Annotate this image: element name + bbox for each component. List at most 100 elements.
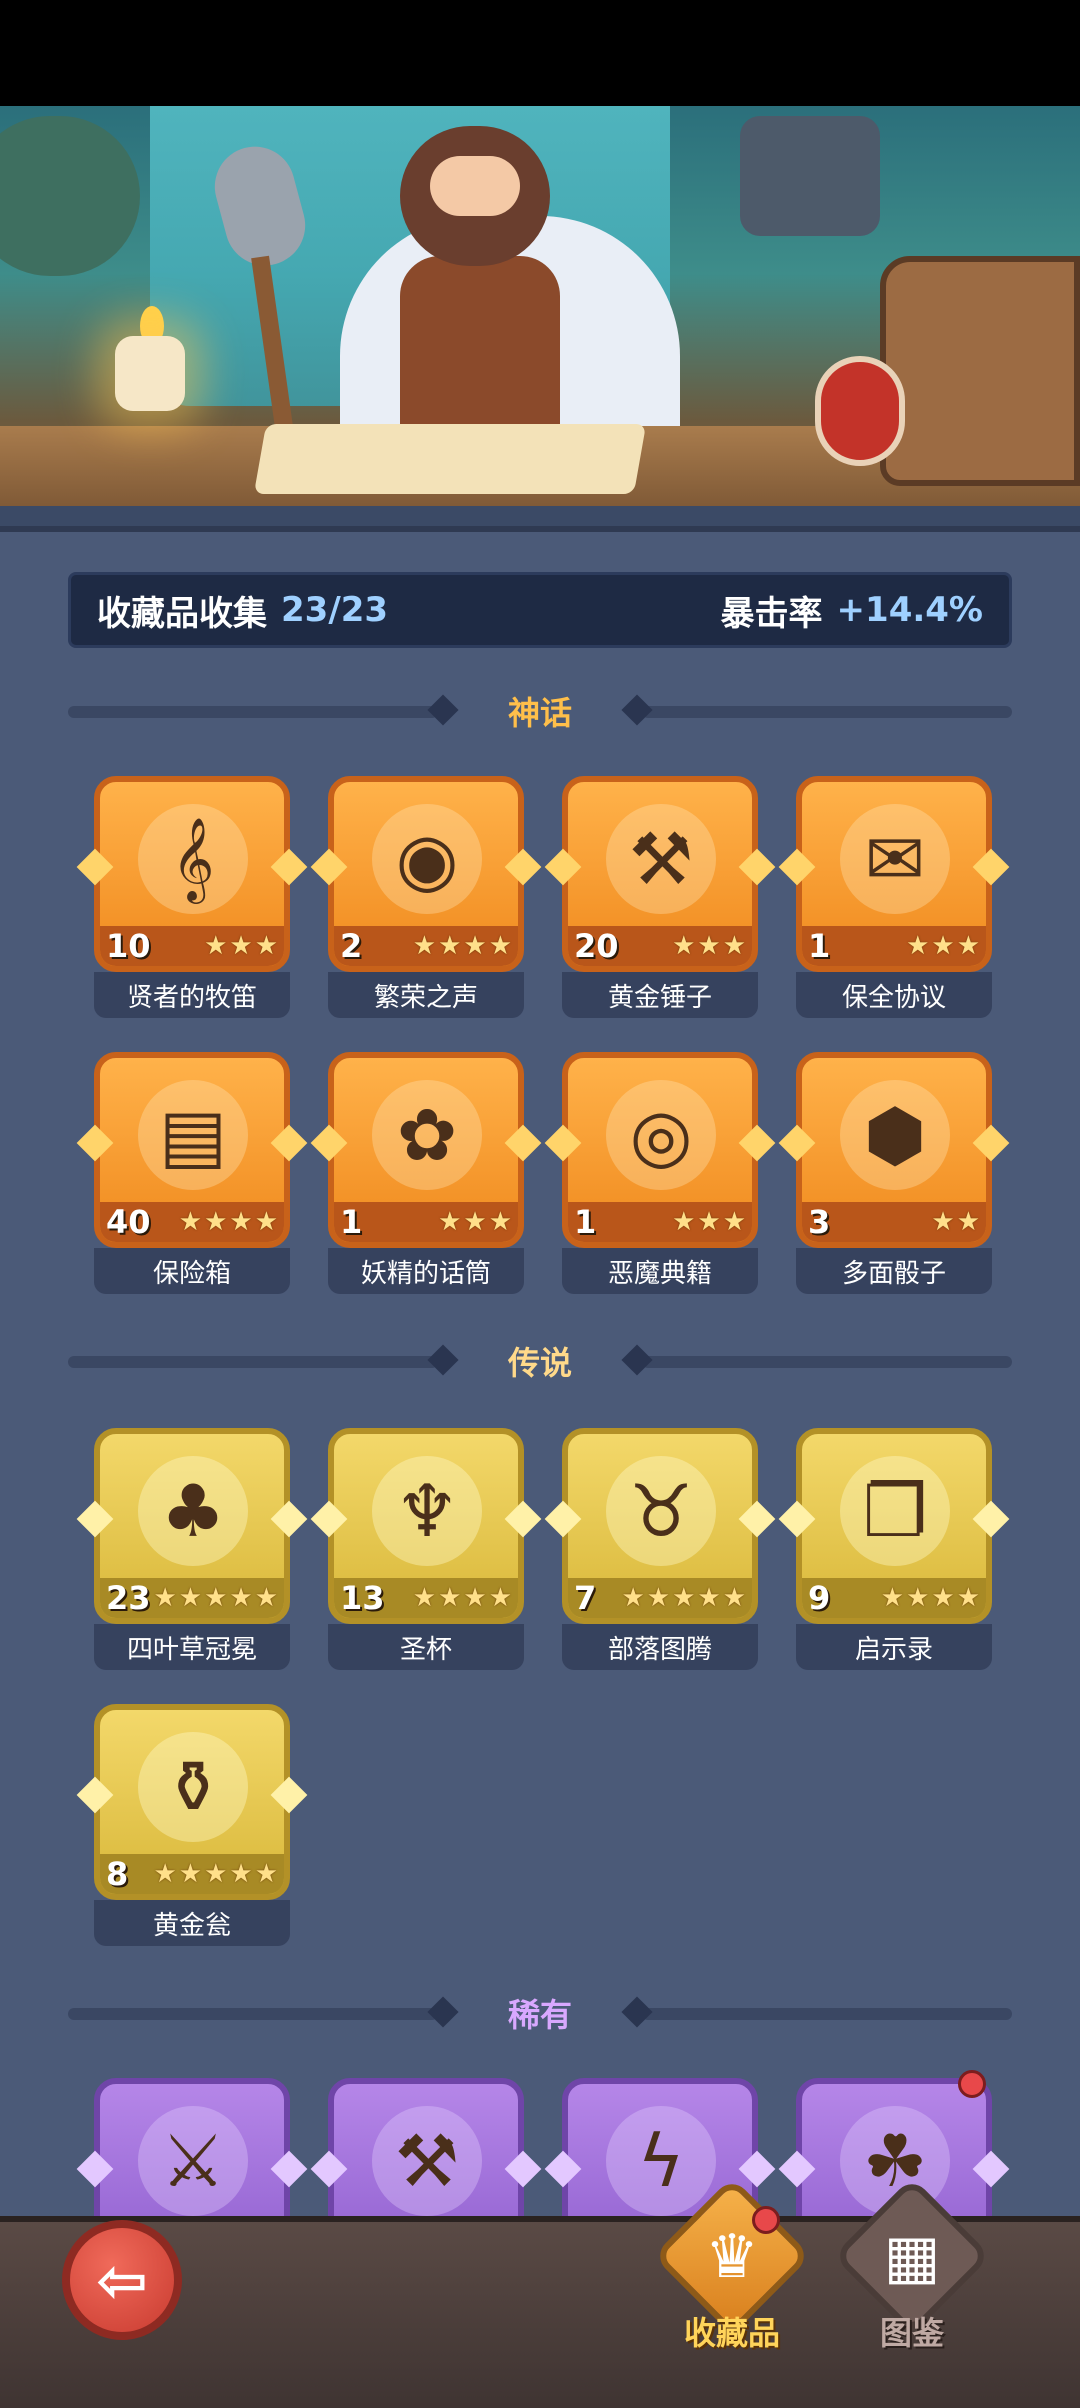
mythic-item-card[interactable]: ◎ 1 ★ ★ ★ 恶魔典籍 [544, 1052, 776, 1294]
item-star-rating: ★ ★ ★ ★ ★ [153, 1585, 284, 1611]
mythic-item-card[interactable]: ◉ 2 ★ ★ ★ ★ 繁荣之声 [310, 776, 542, 1018]
shop-banner-illustration [0, 106, 1080, 526]
item-frame: ◎ 1 ★ ★ ★ [562, 1052, 758, 1248]
star-icon: ★ [178, 1583, 203, 1613]
item-name-box: 黄金瓮 [94, 1900, 290, 1946]
item-level: 9 [808, 1579, 831, 1617]
star-icon: ★ [646, 1583, 671, 1613]
item-name: 四叶草冠冕 [126, 1634, 257, 1665]
star-icon: ★ [722, 931, 746, 961]
bag-decoration [0, 116, 140, 276]
item-name: 部落图腾 [607, 1634, 712, 1665]
eye-book-icon: ◎ [606, 1080, 716, 1190]
star-icon: ★ [412, 1583, 437, 1613]
item-name-box: 黄金锤子 [562, 972, 758, 1018]
item-name: 恶魔典籍 [607, 1258, 712, 1289]
item-name-box: 贤者的牧笛 [94, 972, 290, 1018]
candle-icon [115, 336, 185, 411]
legendary-item-card[interactable]: ❐ 9 ★ ★ ★ ★ 启示录 [778, 1428, 1010, 1670]
hammer-icon: ⚒ [606, 804, 716, 914]
legendary-item-card[interactable]: ♣ 23 ★ ★ ★ ★ ★ 四叶草冠冕 [76, 1428, 308, 1670]
section-header-rare: 稀有 [68, 1986, 1012, 2040]
star-icon: ★ [204, 1207, 228, 1237]
item-star-rating: ★ ★ ★ ★ [398, 933, 518, 959]
item-star-rating: ★ ★ [866, 1209, 986, 1235]
item-frame: ⚱ 8 ★ ★ ★ ★ ★ [94, 1704, 290, 1900]
star-icon: ★ [153, 1583, 177, 1613]
mythic-item-card[interactable]: 𝄞 10 ★ ★ ★ 贤者的牧笛 [76, 776, 308, 1018]
item-level-bar: 13 ★ ★ ★ ★ [334, 1578, 518, 1618]
star-icon: ★ [463, 1583, 487, 1613]
item-name: 保险箱 [152, 1258, 231, 1289]
item-frame: ⚒ 20 ★ ★ ★ [562, 776, 758, 972]
item-name: 贤者的牧笛 [126, 982, 257, 1013]
mythic-item-card[interactable]: ✿ 1 ★ ★ ★ 妖精的话筒 [310, 1052, 542, 1294]
star-icon: ★ [880, 1583, 905, 1613]
item-star-rating: ★ ★ ★ ★ [164, 1209, 284, 1235]
crit-rate-label: 暴击率 [720, 593, 823, 634]
mythic-item-card[interactable]: ▤ 40 ★ ★ ★ ★ 保险箱 [76, 1052, 308, 1294]
urn-icon: ⚱ [138, 1732, 248, 1842]
tribal-mask-decoration [740, 116, 880, 236]
ice-sword-icon: ⚔ [138, 2106, 248, 2216]
item-frame: ▤ 40 ★ ★ ★ ★ [94, 1052, 290, 1248]
item-frame: 𝄞 10 ★ ★ ★ [94, 776, 290, 972]
item-level-bar: 3 ★ ★ [802, 1202, 986, 1242]
star-icon: ★ [438, 931, 462, 961]
item-level-bar: 2 ★ ★ ★ ★ [334, 926, 518, 966]
item-level: 7 [574, 1579, 597, 1617]
book-icon: ❐ [840, 1456, 950, 1566]
star-icon: ★ [931, 1207, 955, 1237]
legendary-item-card[interactable]: ♉ 7 ★ ★ ★ ★ ★ 部落图腾 [544, 1428, 776, 1670]
item-frame: ⬢ 3 ★ ★ [796, 1052, 992, 1248]
item-name: 妖精的话筒 [360, 1258, 491, 1289]
star-icon: ★ [463, 1207, 487, 1237]
dwarf-face [430, 156, 520, 216]
back-button[interactable]: ⇦ [62, 2220, 182, 2340]
item-frame: ✉ 1 ★ ★ ★ [796, 776, 992, 972]
legendary-item-card[interactable]: ♆ 13 ★ ★ ★ ★ 圣杯 [310, 1428, 542, 1670]
item-level-bar: 9 ★ ★ ★ ★ [802, 1578, 986, 1618]
item-name-box: 恶魔典籍 [562, 1248, 758, 1294]
item-star-rating: ★ ★ ★ [398, 1209, 518, 1235]
dice-icon: ⬢ [840, 1080, 950, 1190]
item-name: 繁荣之声 [373, 982, 478, 1013]
item-level-bar: 10 ★ ★ ★ [100, 926, 284, 966]
item-frame: ♣ 23 ★ ★ ★ ★ ★ [94, 1428, 290, 1624]
item-star-rating: ★ ★ ★ ★ ★ [153, 1861, 284, 1887]
item-level-bar: 40 ★ ★ ★ ★ [100, 1202, 284, 1242]
star-icon: ★ [906, 931, 930, 961]
mythic-item-card[interactable]: ⬢ 3 ★ ★ 多面骰子 [778, 1052, 1010, 1294]
item-level-bar: 1 ★ ★ ★ [802, 926, 986, 966]
collection-label: 收藏品收集 [97, 593, 267, 634]
star-icon: ★ [254, 1583, 278, 1613]
star-icon: ★ [488, 1583, 512, 1613]
item-name: 保全协议 [841, 982, 946, 1013]
item-name-box: 多面骰子 [796, 1248, 992, 1294]
star-icon: ★ [621, 1583, 645, 1613]
totem-icon: ♉ [606, 1456, 716, 1566]
codex-book-icon: ▦ [883, 2222, 941, 2292]
item-star-rating: ★ ★ ★ [632, 1209, 752, 1235]
mythic-item-card[interactable]: ✉ 1 ★ ★ ★ 保全协议 [778, 776, 1010, 1018]
star-icon: ★ [153, 1859, 177, 1889]
star-icon: ★ [931, 1583, 955, 1613]
item-name: 多面骰子 [841, 1258, 946, 1289]
item-frame: ❐ 9 ★ ★ ★ ★ [796, 1428, 992, 1624]
item-name: 黄金锤子 [607, 982, 712, 1013]
treasure-map [253, 424, 647, 494]
star-icon: ★ [931, 931, 955, 961]
item-level-bar: 8 ★ ★ ★ ★ ★ [100, 1854, 284, 1894]
item-level-bar: 20 ★ ★ ★ [568, 926, 752, 966]
star-icon: ★ [438, 1207, 462, 1237]
orb-icon: ◉ [372, 804, 482, 914]
legendary-item-card[interactable]: ⚱ 8 ★ ★ ★ ★ ★ 黄金瓮 [76, 1704, 308, 1946]
tab-collection[interactable]: ♛ 收藏品 [652, 2176, 812, 2352]
tab-codex-label: 图鉴 [879, 2314, 944, 2352]
tab-codex[interactable]: ▦ 图鉴 [832, 2176, 992, 2352]
item-name-box: 保险箱 [94, 1248, 290, 1294]
star-icon: ★ [906, 1583, 930, 1613]
item-name-box: 启示录 [796, 1624, 992, 1670]
star-icon: ★ [254, 1207, 278, 1237]
mythic-item-card[interactable]: ⚒ 20 ★ ★ ★ 黄金锤子 [544, 776, 776, 1018]
